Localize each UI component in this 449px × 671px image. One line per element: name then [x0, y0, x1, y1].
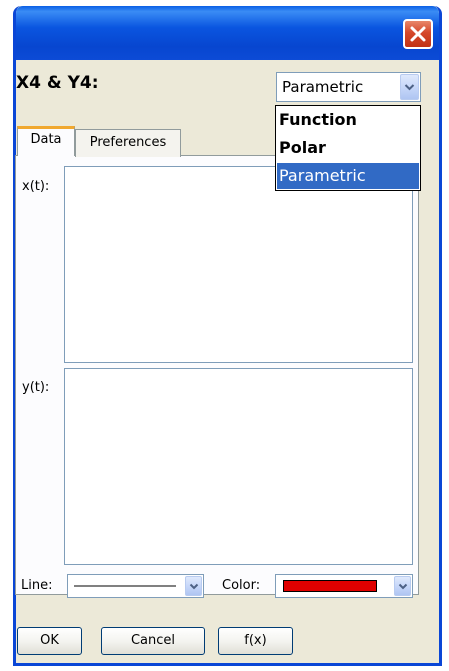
line-style-arrow[interactable] — [185, 576, 202, 596]
line-style-select[interactable] — [67, 574, 204, 598]
mode-option-polar[interactable]: Polar — [277, 135, 419, 161]
close-button[interactable] — [403, 19, 433, 49]
line-label: Line: — [21, 578, 53, 593]
color-select-arrow[interactable] — [394, 576, 411, 596]
close-icon — [410, 26, 426, 42]
x-input[interactable] — [64, 166, 413, 363]
chevron-down-icon — [189, 583, 198, 589]
mode-select[interactable]: Parametric — [276, 72, 421, 102]
chevron-down-icon — [398, 583, 407, 589]
color-swatch — [283, 580, 377, 592]
mode-dropdown-list: Function Polar Parametric — [275, 105, 421, 191]
mode-select-arrow[interactable] — [400, 74, 419, 100]
dialog-heading: X4 & Y4: — [16, 73, 99, 93]
color-label: Color: — [222, 578, 261, 593]
y-label: y(t): — [22, 380, 50, 395]
fx-button[interactable]: f(x) — [218, 627, 293, 655]
line-style-preview — [74, 585, 176, 587]
mode-select-value: Parametric — [282, 78, 364, 96]
color-select[interactable] — [275, 574, 413, 598]
mode-option-parametric[interactable]: Parametric — [277, 163, 419, 189]
title-bar[interactable] — [16, 6, 439, 60]
y-input[interactable] — [64, 368, 413, 565]
chevron-down-icon — [404, 84, 415, 91]
cancel-button[interactable]: Cancel — [101, 627, 205, 655]
tab-preferences[interactable]: Preferences — [75, 129, 181, 157]
mode-option-function[interactable]: Function — [277, 107, 419, 133]
ok-button[interactable]: OK — [17, 627, 82, 655]
tab-data[interactable]: Data — [17, 126, 75, 156]
x-label: x(t): — [22, 179, 50, 194]
